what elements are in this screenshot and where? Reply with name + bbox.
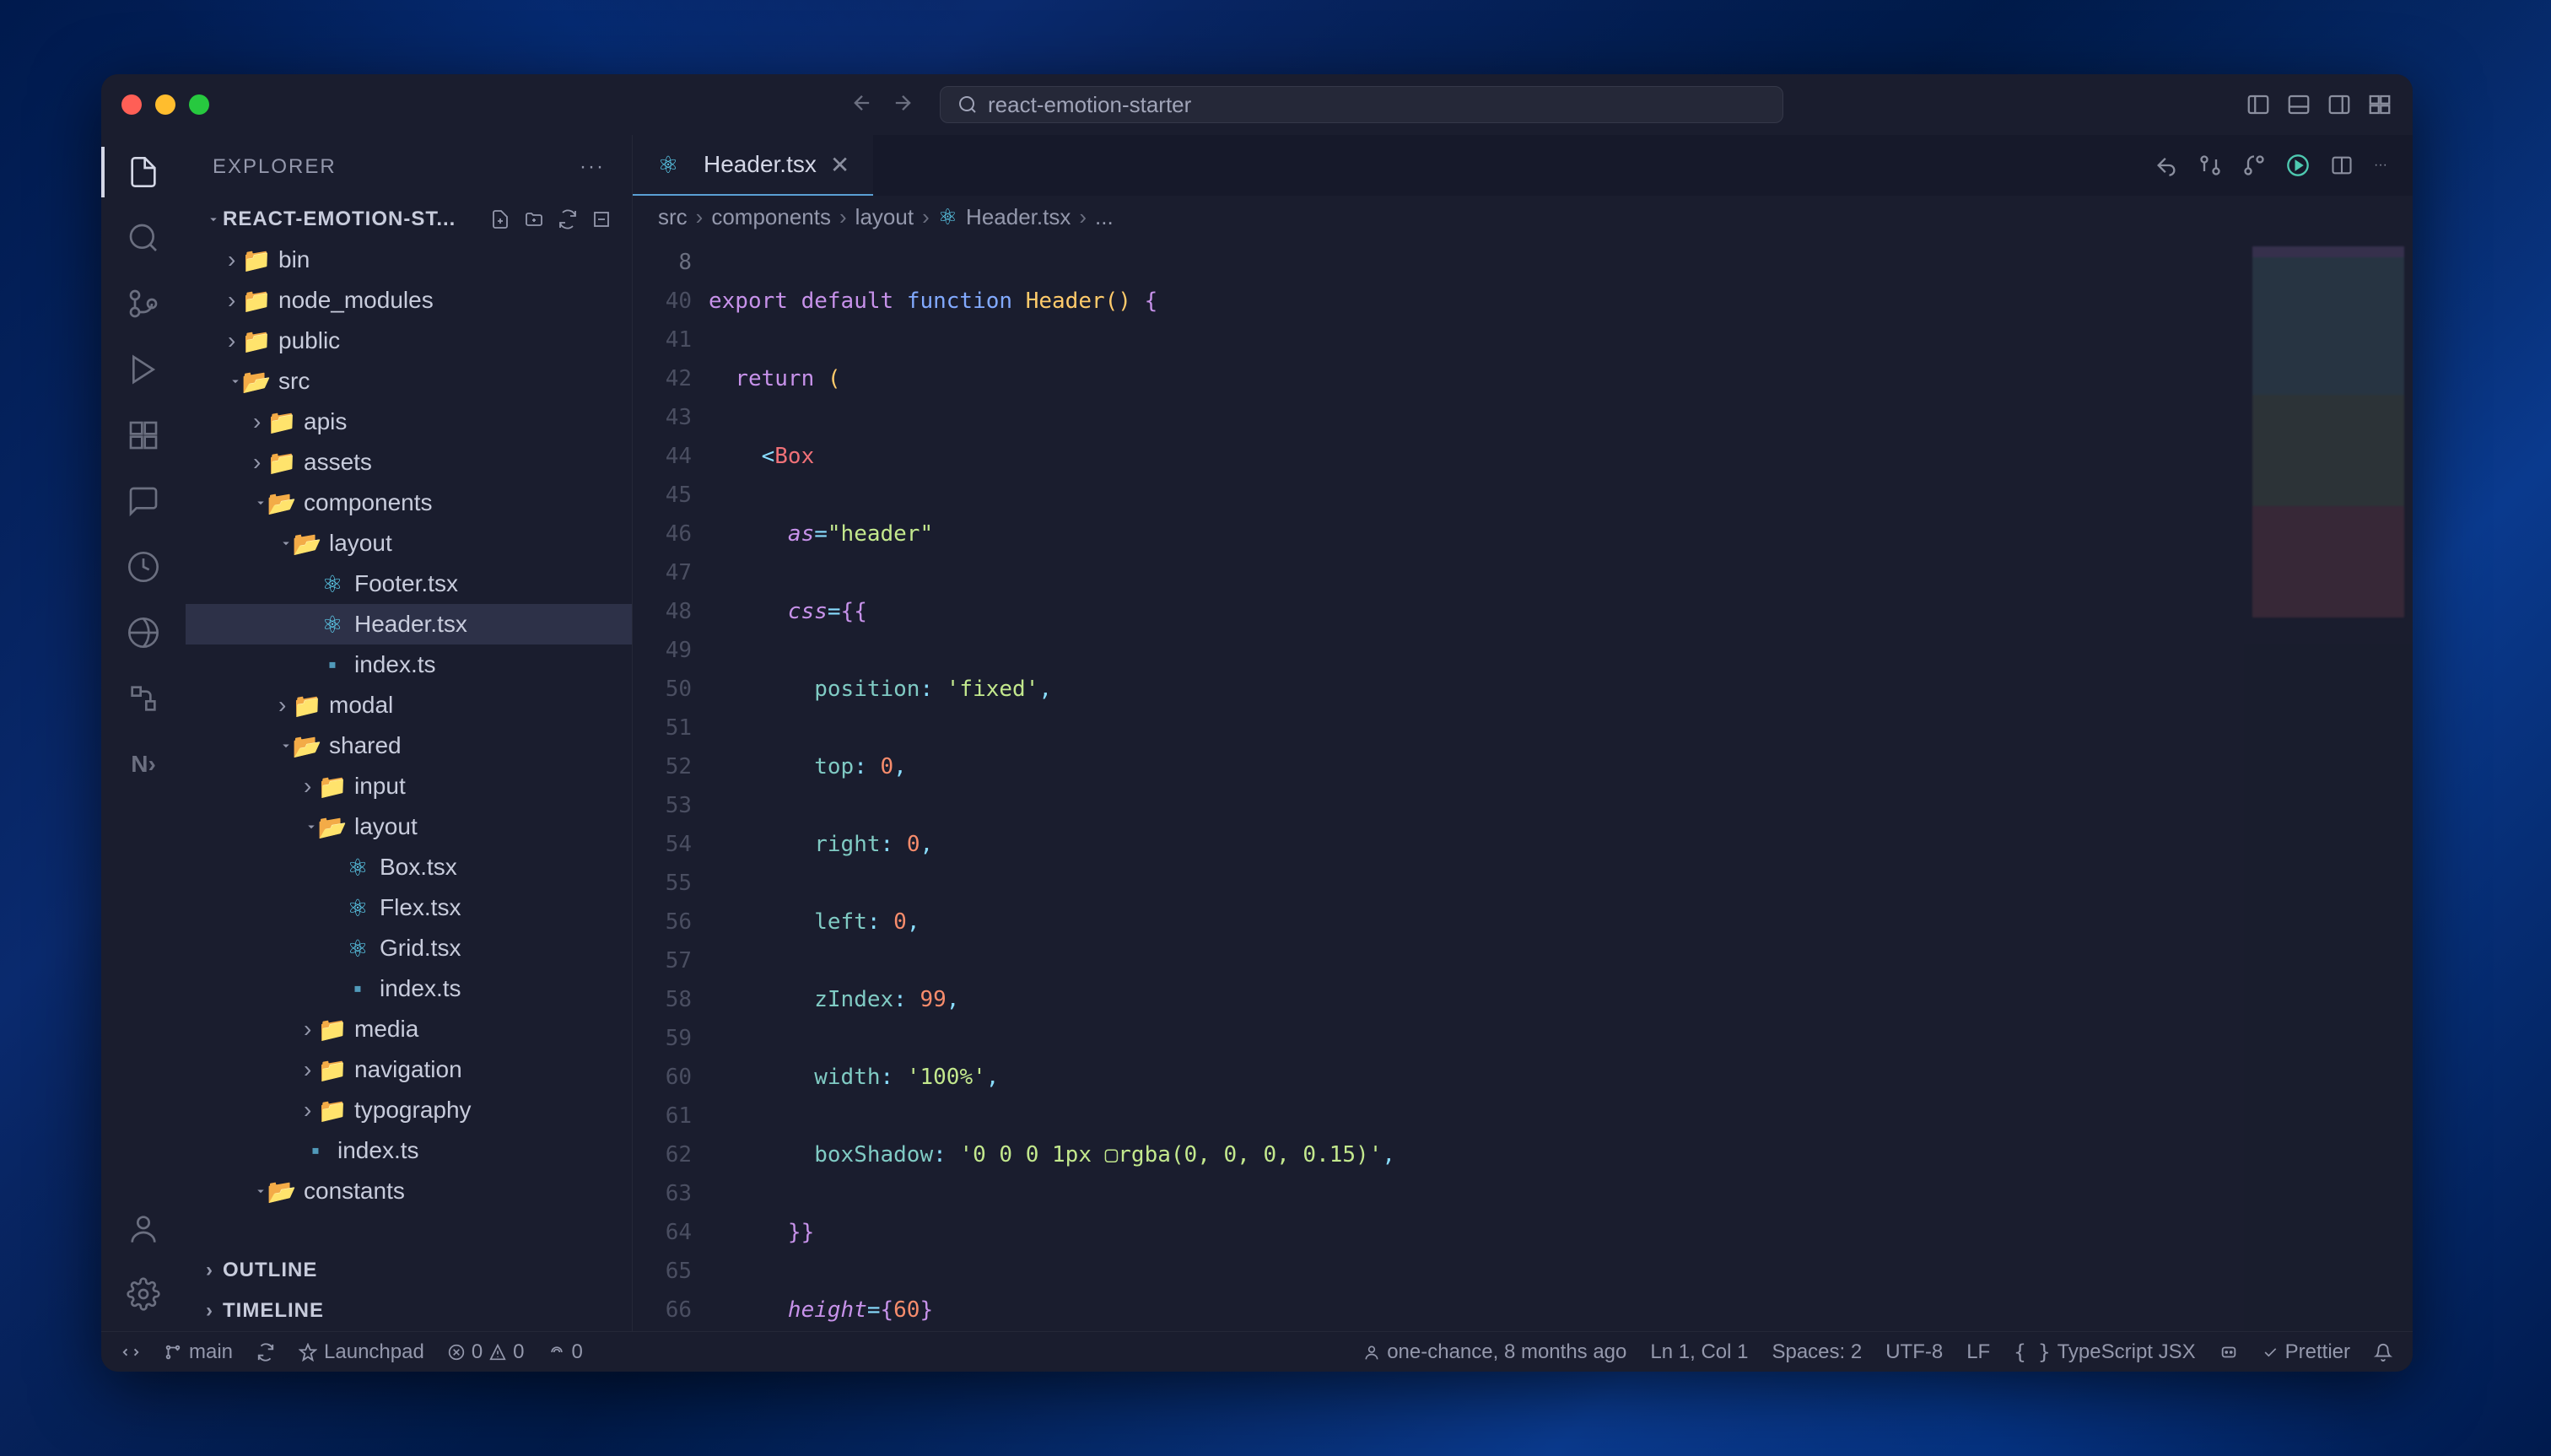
nx-view[interactable]: N› (123, 744, 164, 785)
source-control-view[interactable] (123, 283, 164, 324)
maximize-window[interactable] (189, 94, 209, 115)
react-icon: ⚛ (656, 153, 680, 176)
tree-folder-public[interactable]: ›📁public (186, 321, 632, 361)
vscode-window: react-emotion-starter (101, 74, 2413, 1372)
close-tab[interactable]: ✕ (830, 151, 849, 179)
minimize-window[interactable] (155, 94, 175, 115)
launchpad[interactable]: Launchpad (299, 1340, 424, 1364)
ports[interactable]: 0 (548, 1340, 583, 1364)
project-name: REACT-EMOTION-ST... (223, 208, 456, 231)
tree-folder-components[interactable]: 📂components (186, 483, 632, 523)
nav-forward[interactable] (891, 91, 914, 119)
layout-sidebar-left-icon[interactable] (2246, 92, 2271, 117)
sidebar-header: EXPLORER ··· (186, 135, 632, 199)
tree-folder-modal[interactable]: ›📁modal (186, 685, 632, 725)
tree-file-footer[interactable]: ⚛Footer.tsx (186, 564, 632, 604)
collapse-icon[interactable] (591, 209, 612, 229)
more-actions[interactable]: ··· (2374, 158, 2387, 173)
problems[interactable]: 0 0 (448, 1340, 525, 1364)
tree-file-index3[interactable]: ▪index.ts (186, 1130, 632, 1171)
layout-panel-icon[interactable] (2286, 92, 2311, 117)
refresh-icon[interactable] (558, 209, 578, 229)
tree-file-index2[interactable]: ▪index.ts (186, 968, 632, 1009)
command-center[interactable]: react-emotion-starter (940, 86, 1783, 123)
tree-folder-media[interactable]: ›📁media (186, 1009, 632, 1049)
editor: ⚛ Header.tsx ✕ ··· src› components› layo… (633, 135, 2413, 1331)
git-blame[interactable]: one-chance, 8 months ago (1363, 1340, 1626, 1364)
layout-sidebar-right-icon[interactable] (2327, 92, 2352, 117)
tab-label: Header.tsx (704, 151, 817, 178)
go-back-icon[interactable] (2155, 154, 2178, 177)
run-debug-view[interactable] (123, 349, 164, 390)
tree-folder-shared[interactable]: 📂shared (186, 725, 632, 766)
sidebar: EXPLORER ··· REACT-EMOTION-ST... ›📁bin ›… (186, 135, 633, 1331)
search-icon (957, 94, 978, 115)
tree-file-header[interactable]: ⚛Header.tsx (186, 604, 632, 644)
copilot[interactable] (2219, 1343, 2238, 1362)
minimap[interactable] (2244, 238, 2413, 1331)
tree-folder-assets[interactable]: ›📁assets (186, 442, 632, 483)
layout-customize-icon[interactable] (2367, 92, 2392, 117)
tree-file-grid[interactable]: ⚛Grid.tsx (186, 928, 632, 968)
explorer-view[interactable] (123, 152, 164, 192)
extensions-view[interactable] (123, 415, 164, 456)
tree-folder-node-modules[interactable]: ›📁node_modules (186, 280, 632, 321)
git-branch[interactable]: main (164, 1340, 233, 1364)
search-text: react-emotion-starter (988, 92, 1191, 118)
tab-header-tsx[interactable]: ⚛ Header.tsx ✕ (633, 135, 873, 196)
project-header[interactable]: REACT-EMOTION-ST... (186, 199, 632, 240)
prettier[interactable]: Prettier (2262, 1340, 2350, 1364)
editor-tabs: ⚛ Header.tsx ✕ ··· (633, 135, 2413, 196)
indentation[interactable]: Spaces: 2 (1772, 1340, 1862, 1364)
react-icon: ⚛ (938, 204, 957, 230)
eol[interactable]: LF (1966, 1340, 1990, 1364)
tree-folder-constants[interactable]: 📂constants (186, 1171, 632, 1211)
new-folder-icon[interactable] (524, 209, 544, 229)
tree-folder-layout[interactable]: 📂layout (186, 523, 632, 564)
git-sync[interactable] (256, 1343, 275, 1362)
new-file-icon[interactable] (490, 209, 510, 229)
search-view[interactable] (123, 218, 164, 258)
sidebar-more[interactable]: ··· (580, 155, 605, 179)
run-icon[interactable] (2286, 154, 2310, 177)
tree-file-box[interactable]: ⚛Box.tsx (186, 847, 632, 887)
timeline-section[interactable]: ›TIMELINE (186, 1291, 632, 1331)
language-mode[interactable]: { } TypeScript JSX (2014, 1340, 2195, 1364)
chat-view[interactable] (123, 481, 164, 521)
cursor-position[interactable]: Ln 1, Col 1 (1650, 1340, 1748, 1364)
git-merge-icon[interactable] (2242, 154, 2266, 177)
settings-gear[interactable] (123, 1274, 164, 1314)
activity-bar: N› (101, 135, 186, 1331)
sidebar-title: EXPLORER (213, 155, 337, 179)
split-editor-icon[interactable] (2330, 154, 2354, 177)
traffic-lights (121, 94, 209, 115)
encoding[interactable]: UTF-8 (1885, 1340, 1943, 1364)
statusbar: main Launchpad 0 0 0 one-chance, 8 month… (101, 1331, 2413, 1372)
tree-folder-input[interactable]: ›📁input (186, 766, 632, 806)
tree-folder-src[interactable]: 📂src (186, 361, 632, 402)
close-window[interactable] (121, 94, 142, 115)
outline-section[interactable]: ›OUTLINE (186, 1250, 632, 1291)
notifications[interactable] (2374, 1343, 2392, 1362)
tree-folder-typography[interactable]: ›📁typography (186, 1090, 632, 1130)
tree-folder-bin[interactable]: ›📁bin (186, 240, 632, 280)
tree-folder-layout2[interactable]: 📂layout (186, 806, 632, 847)
remote-view[interactable] (123, 612, 164, 653)
tree-folder-apis[interactable]: ›📁apis (186, 402, 632, 442)
code-area[interactable]: 8404142434445464748495051525354555657585… (633, 238, 2413, 1331)
git-graph-view[interactable] (123, 678, 164, 719)
tree-file-flex[interactable]: ⚛Flex.tsx (186, 887, 632, 928)
tree-file-index1[interactable]: ▪index.ts (186, 644, 632, 685)
nav-back[interactable] (850, 91, 874, 119)
remote-indicator[interactable] (121, 1343, 140, 1362)
tree-folder-navigation[interactable]: ›📁navigation (186, 1049, 632, 1090)
accounts[interactable] (123, 1208, 164, 1248)
breadcrumb[interactable]: src› components› layout› ⚛ Header.tsx› .… (633, 196, 2413, 238)
code-content[interactable]: export default function Header() { retur… (709, 238, 2244, 1331)
timeline-ext-view[interactable] (123, 547, 164, 587)
git-compare-icon[interactable] (2198, 154, 2222, 177)
file-tree: ›📁bin ›📁node_modules ›📁public 📂src ›📁api… (186, 240, 632, 1250)
line-gutter: 8404142434445464748495051525354555657585… (633, 238, 709, 1331)
titlebar: react-emotion-starter (101, 74, 2413, 135)
